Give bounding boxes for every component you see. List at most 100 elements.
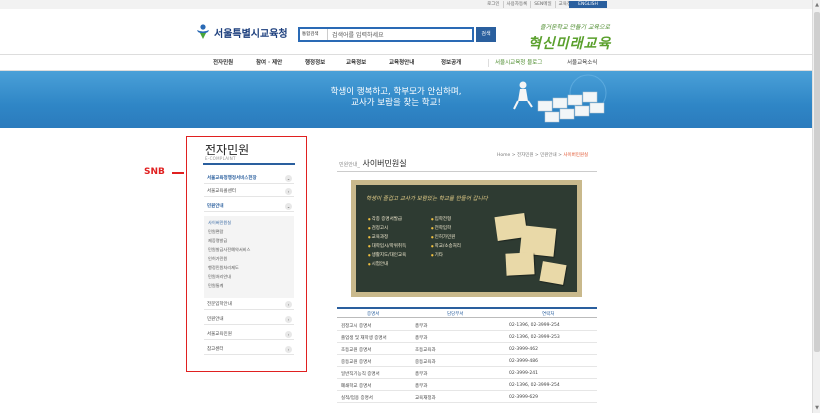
snb-item-admission[interactable]: 전문입학안내 › (204, 299, 294, 310)
breadcrumb: Home > 전자민원 > 민원안내 > 사이버민원실 (497, 153, 589, 158)
site-logo[interactable]: 서울특별시교육청 (196, 24, 288, 40)
snb-item-callcenter[interactable]: 서울교육콜센터 › (204, 186, 294, 197)
snb-subitem-system[interactable]: 행정민원처리제도 (208, 265, 239, 271)
snb-item-guide[interactable]: 민원안내 ⌄ (204, 201, 294, 212)
table-row: 중등교원 증명서 중등교육과 02-3999-486 (337, 356, 597, 367)
header: 서울특별시교육청 통합검색 검색 즐거운학교 만들기 교육으로 혁신미래교육 (0, 9, 820, 54)
vertical-scrollbar[interactable]: ▲ ▼ (812, 0, 820, 413)
snb-item-label: 전문입학안내 (207, 302, 232, 307)
table-cell: 02-1396, 02-3999-253 (509, 335, 560, 340)
table-cell: 일반직기능직 증명서 (341, 372, 380, 377)
search-bar: 통합검색 (298, 27, 474, 42)
gnb-item-edu-info[interactable]: 교육정보 (346, 58, 366, 66)
top-link-register[interactable]: 사용자등록 (502, 1, 531, 8)
english-button[interactable]: ENGLISH (569, 1, 607, 8)
main-banner: 학생이 행복하고, 학부모가 안심하며, 교사가 보람을 찾는 학교! (0, 71, 820, 128)
chevron-down-icon: ⌄ (285, 175, 292, 182)
table-row: 일반직기능직 증명서 총무과 02-3999-241 (337, 368, 597, 379)
table-cell: 중등교육과 (415, 360, 436, 365)
table-cell: 02-1396, 02-3999-254 (509, 383, 560, 388)
snb-subitem-handbook[interactable]: 민원편람 (208, 229, 223, 235)
snb-subitem-permit[interactable]: 인허가민원 (208, 256, 227, 262)
top-link-mail[interactable]: SEN메일 (530, 1, 554, 8)
scroll-down-icon[interactable]: ▼ (813, 404, 820, 412)
board-item[interactable]: 검정고시 (368, 224, 406, 233)
board-item[interactable]: 학교/소송처리 (431, 242, 461, 251)
table-row: 졸업생 및 재학생 증명서 총무과 02-1396, 02-3999-253 (337, 332, 597, 343)
scroll-up-icon[interactable]: ▲ (813, 1, 820, 9)
search-button[interactable]: 검색 (476, 27, 496, 42)
search-input[interactable] (328, 29, 472, 40)
snb-subitem-process[interactable]: 민원처리안내 (208, 274, 231, 280)
table-cell: 02-3999-462 (509, 347, 539, 352)
table-cell: 졸업생 및 재학생 증명서 (341, 336, 387, 341)
breadcrumb-home[interactable]: Home (497, 153, 510, 158)
logo-text: 서울특별시교육청 (214, 28, 288, 40)
snb-item-reference[interactable]: 참고센터 › (204, 344, 294, 355)
snb-item-complaint-guide[interactable]: 민원안내 › (204, 314, 294, 325)
table-cell: 총무과 (415, 372, 428, 377)
table-cell: 교육재정과 (415, 396, 436, 401)
scroll-thumb[interactable] (814, 12, 820, 352)
breadcrumb-current: 사이버민원실 (563, 153, 589, 158)
gnb-item-complaint[interactable]: 전자민원 (213, 58, 233, 66)
table-row: 검정고시 증명서 총무과 02-1396, 02-3999-254 (337, 320, 597, 331)
board-item[interactable]: 시험안내 (368, 260, 406, 269)
chevron-right-icon: › (285, 301, 292, 308)
snb-item-seoul-complaint[interactable]: 서울교육민원 › (204, 329, 294, 340)
table-cell: 검정고시 증명서 (341, 324, 372, 329)
breadcrumb-item[interactable]: 민원안내 (540, 153, 557, 158)
snb-subitem-cyber[interactable]: 사이버민원실 (208, 220, 231, 226)
chevron-right-icon: › (285, 316, 292, 323)
board-list-right: 입학전형 전학입학 인허가민원 학교/소송처리 기타 (431, 215, 461, 260)
chevron-right-icon: › (285, 188, 292, 195)
gnb-item-admin-info[interactable]: 행정정보 (305, 58, 325, 66)
table-cell: 02-1396, 02-3999-254 (509, 323, 560, 328)
snb-subitem-stats[interactable]: 민원통계 (208, 283, 223, 289)
table-cell: 중등교원 증명서 (341, 360, 372, 365)
board-item[interactable]: 인허가민원 (431, 233, 461, 242)
board-item[interactable]: 교육과정 (368, 233, 406, 242)
snb-item-charter[interactable]: 서울교육청행정서비스헌장 ⌄ (204, 173, 294, 184)
top-link-login[interactable]: 로그인 (484, 1, 502, 8)
table-cell: 총무과 (415, 384, 428, 389)
gnb-item-participation[interactable]: 참여 · 제안 (256, 58, 282, 66)
board-item[interactable]: 입학전형 (431, 215, 461, 224)
table-header-cell: 연락처 (542, 312, 555, 317)
logo-icon (196, 24, 210, 40)
page-title-prefix: 민원안내_ (339, 162, 360, 168)
board-item[interactable]: 기타 (431, 251, 461, 260)
snb-item-label: 참고센터 (207, 347, 224, 352)
banner-text: 학생이 행복하고, 학부모가 안심하며, 교사가 보람을 찾는 학교! (296, 87, 496, 109)
table-cell: 02-3999-486 (509, 359, 539, 364)
paper-note (505, 252, 535, 276)
gnb-item-office-guide[interactable]: 교육청안내 (389, 58, 414, 66)
snb-item-label: 서울교육콜센터 (207, 189, 236, 194)
breadcrumb-item[interactable]: 전자민원 (517, 153, 534, 158)
gnb-item-news[interactable]: 서울교육소식 (567, 58, 597, 66)
table-cell: 총무과 (415, 324, 428, 329)
paper-note (539, 261, 567, 285)
snb-subitem-reservation[interactable]: 민원발급사전예약서비스 (208, 247, 250, 253)
gnb-item-blog[interactable]: 서울시교육청 블로그 (495, 58, 542, 66)
board-item[interactable]: 대학입시/학위취득 (368, 242, 407, 251)
snb-divider (203, 163, 295, 165)
board-item[interactable]: 각종 증명서발급 (368, 215, 406, 224)
board-item[interactable]: 생활지도/대인교육 (368, 251, 407, 260)
snb-subitem-certificate[interactable]: 제증명발급 (208, 238, 227, 244)
table-cell: 초등교원 증명서 (341, 348, 372, 353)
table-header-cell: 담당부서 (447, 312, 464, 317)
table-cell: 02-3999-629 (509, 395, 539, 400)
table-header: 증명서 담당부서 연락처 (337, 307, 597, 318)
snb-item-label: 서울교육민원 (207, 332, 232, 337)
content-divider (337, 171, 597, 172)
gnb-item-disclosure[interactable]: 정보공개 (441, 58, 461, 66)
chalkboard-image: 학생이 즐겁고 교사가 보람있는 학교를 만들어 갑니다 각종 증명서발급 검정… (351, 180, 582, 297)
table-cell: 총무과 (415, 336, 428, 341)
board-item[interactable]: 전학입학 (431, 224, 461, 233)
table-row: 초등교원 증명서 초등교육과 02-3999-462 (337, 344, 597, 355)
search-scope-select[interactable]: 통합검색 (300, 29, 328, 40)
board-headline: 학생이 즐겁고 교사가 보람있는 학교를 만들어 갑니다 (366, 196, 488, 202)
slogan-title: 혁신미래교육 (528, 36, 612, 52)
snb-item-label: 서울교육청행정서비스헌장 (207, 176, 257, 181)
